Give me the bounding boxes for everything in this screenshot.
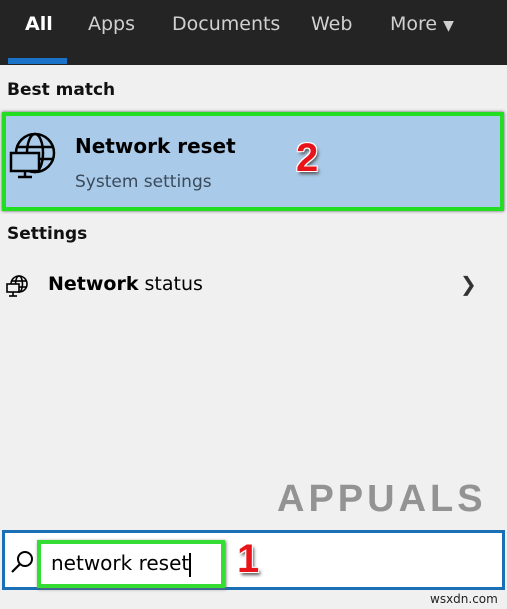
label-bold: Network	[48, 273, 139, 295]
filter-tab-bar: All Apps Documents Web More ▼	[0, 0, 507, 65]
chevron-right-icon[interactable]: ❯	[460, 272, 477, 296]
text-caret	[189, 552, 192, 577]
watermark-logo: APPUALS	[277, 478, 487, 520]
caret-down-icon: ▼	[443, 18, 454, 34]
search-value: network reset	[51, 551, 190, 575]
step-1-annotation: 1	[237, 537, 260, 581]
active-tab-indicator	[8, 58, 67, 64]
result-subtitle: System settings	[75, 172, 212, 192]
label-rest: status	[138, 273, 203, 295]
network-icon	[6, 275, 28, 297]
network-status-item[interactable]: Network status ❯	[0, 262, 507, 308]
step-2-annotation: 2	[296, 136, 319, 180]
tab-documents[interactable]: Documents	[172, 13, 280, 35]
tab-web[interactable]: Web	[311, 13, 352, 35]
best-match-heading: Best match	[7, 80, 116, 100]
search-icon	[11, 551, 33, 573]
footer-credit: wsxdn.com	[430, 592, 498, 606]
network-status-label: Network status	[48, 273, 203, 295]
search-bar[interactable]: network reset 1	[2, 530, 505, 590]
search-input[interactable]: network reset	[51, 551, 192, 577]
globe-monitor-icon	[9, 132, 56, 179]
result-title: Network reset	[75, 134, 236, 158]
settings-heading: Settings	[7, 224, 88, 244]
tab-more[interactable]: More ▼	[390, 13, 454, 35]
tab-more-label: More	[390, 13, 438, 35]
tab-apps[interactable]: Apps	[88, 13, 135, 35]
tab-all[interactable]: All	[25, 13, 53, 35]
best-match-result[interactable]: Network reset System settings 2	[2, 112, 504, 211]
